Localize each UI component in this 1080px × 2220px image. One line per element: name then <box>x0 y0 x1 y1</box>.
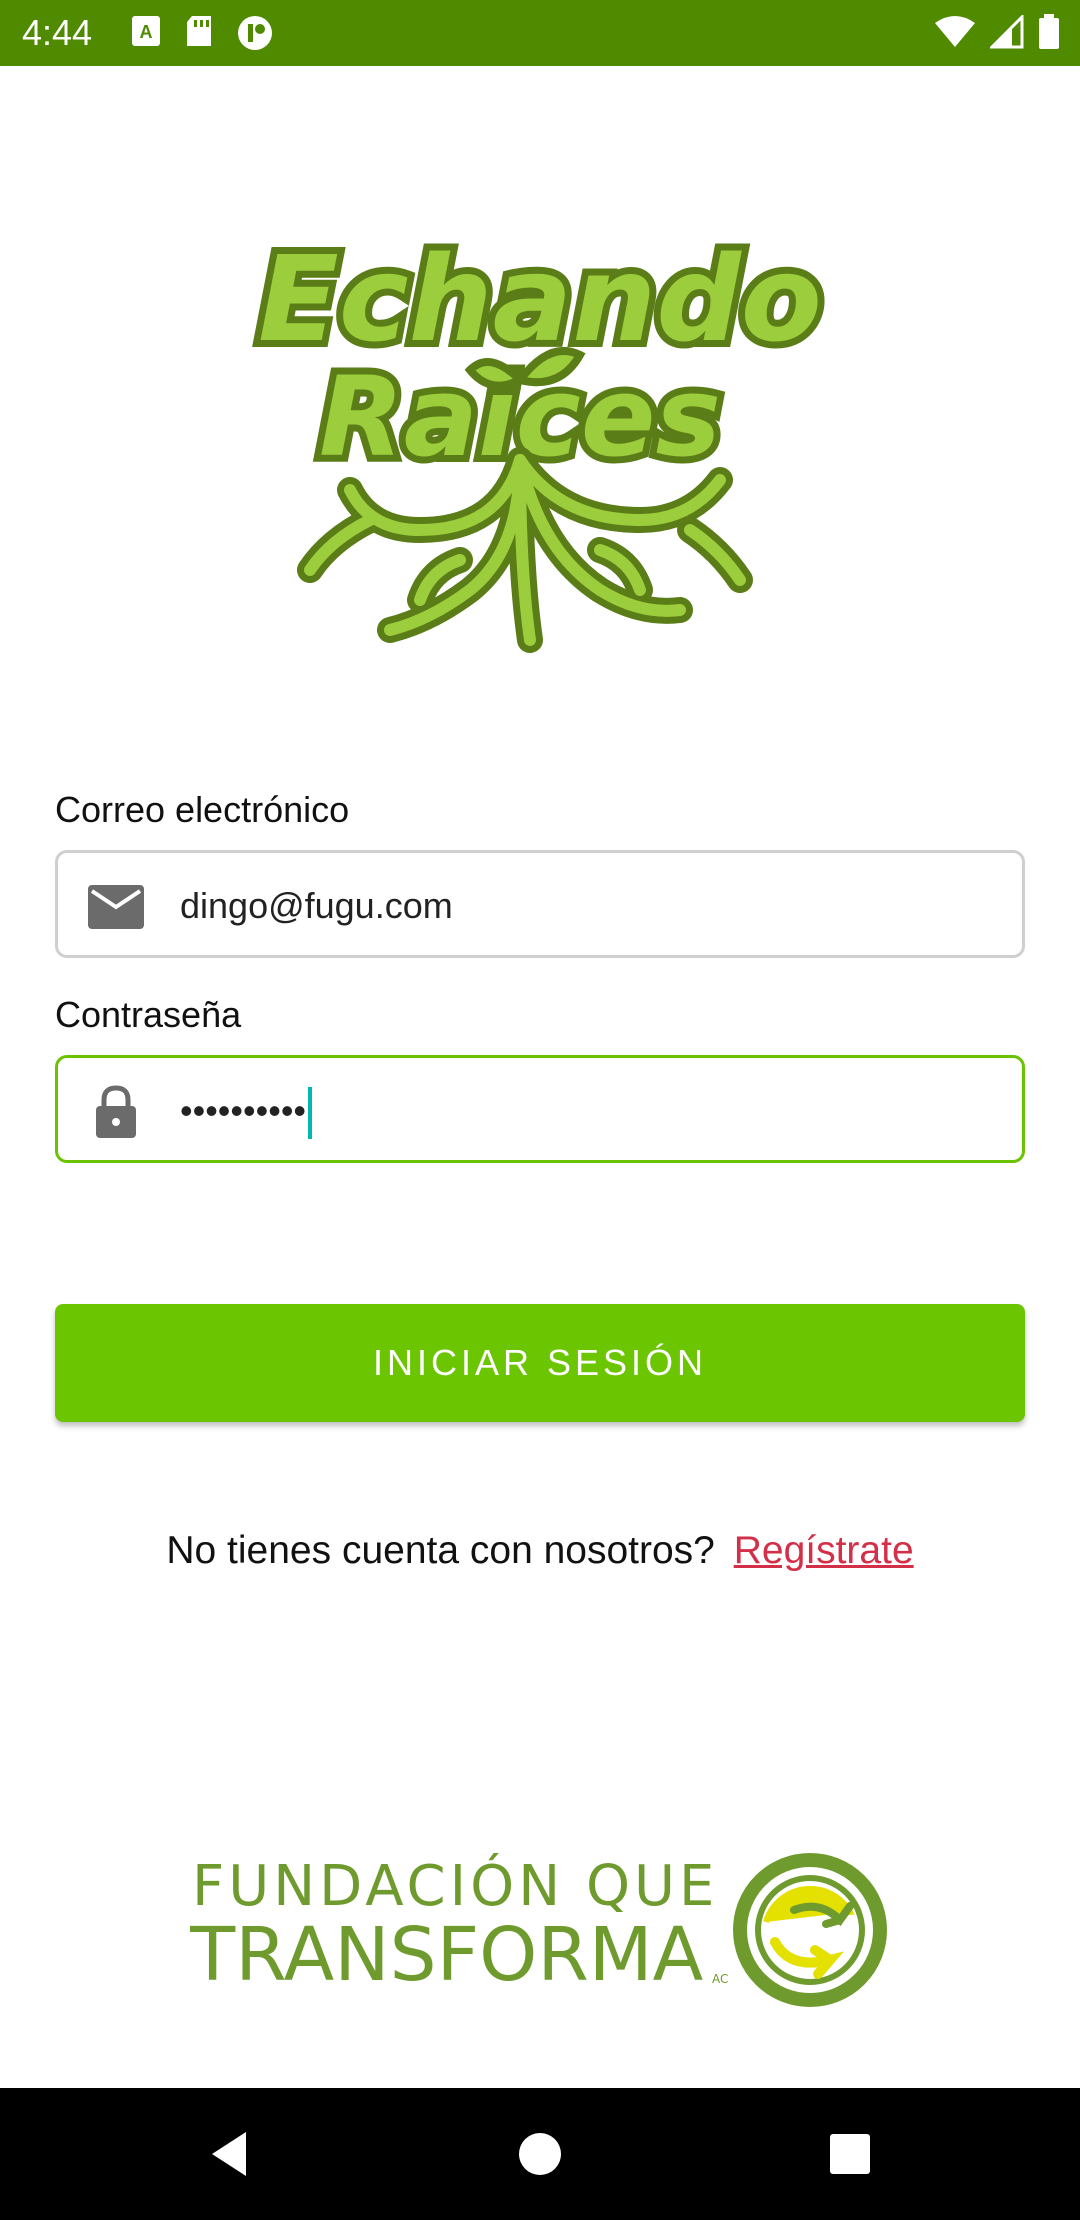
password-label: Contraseña <box>55 994 242 1035</box>
echando-raices-logo: Echando Raices <box>251 230 829 653</box>
wifi-icon <box>935 16 975 47</box>
register-link[interactable]: Regístrate <box>734 1529 914 1572</box>
status-time: 4:44 <box>22 12 93 53</box>
svg-text:FUNDACIÓN QUE: FUNDACIÓN QUE <box>192 1854 718 1919</box>
svg-text:Echando: Echando <box>258 230 822 368</box>
fundacion-que-transforma-logo: FUNDACIÓN QUE TRANSFORMA AC <box>190 1853 887 2007</box>
email-field[interactable]: dingo@fugu.com <box>55 850 1025 958</box>
lock-icon <box>96 1085 136 1138</box>
svg-text:TRANSFORMA: TRANSFORMA <box>190 1912 704 1998</box>
sd-card-icon <box>187 16 211 46</box>
navigation-bar <box>0 2088 1080 2220</box>
login-button[interactable]: INICIAR SESIÓN <box>55 1304 1025 1422</box>
register-prompt: No tienes cuenta con nosotros? <box>166 1529 715 1572</box>
signal-icon <box>990 15 1024 49</box>
battery-icon <box>1039 14 1059 49</box>
back-icon[interactable] <box>200 2124 260 2184</box>
password-value: •••••••••• <box>180 1086 313 1140</box>
recents-icon[interactable] <box>820 2124 880 2184</box>
text-caret <box>308 1087 313 1140</box>
svg-text:AC: AC <box>712 1972 728 1986</box>
keyboard-a-icon: A <box>132 16 160 46</box>
svg-text:A: A <box>140 22 153 42</box>
email-label: Correo electrónico <box>55 789 350 830</box>
app-notification-icon <box>238 16 272 50</box>
password-field[interactable]: •••••••••• <box>55 1055 1025 1163</box>
register-row: No tienes cuenta con nosotros? Regístrat… <box>0 1526 1080 1576</box>
status-bar: 4:44 A <box>0 0 1080 66</box>
email-value: dingo@fugu.com <box>180 885 453 926</box>
envelope-icon <box>88 885 144 929</box>
home-icon[interactable] <box>510 2124 570 2184</box>
